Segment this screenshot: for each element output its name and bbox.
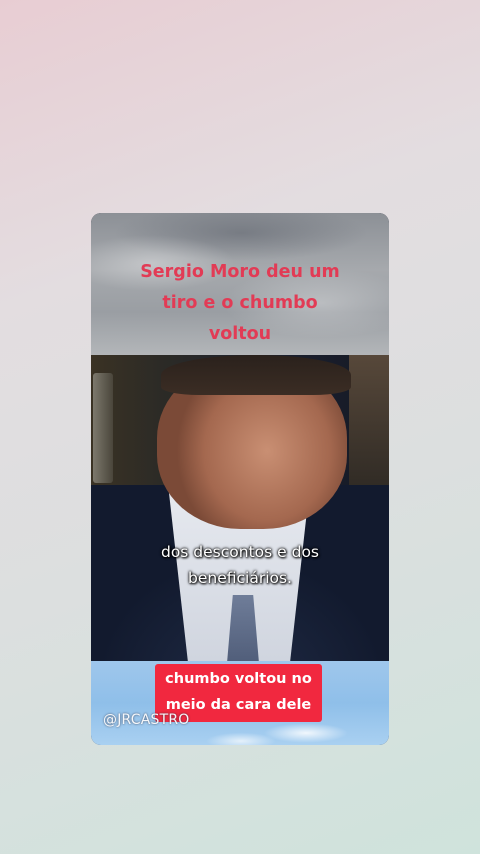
- title-line-2: tiro e o chumbo: [162, 293, 318, 313]
- video-title: Sergio Moro deu um tiro e o chumbo volto…: [101, 257, 379, 350]
- subtitle-line-1: dos descontos e dos: [160, 543, 320, 561]
- title-line-1: Sergio Moro deu um: [140, 262, 340, 282]
- video-frame[interactable]: dos descontos e dos beneficiários.: [91, 355, 389, 661]
- background-shape: [349, 355, 389, 505]
- video-subtitle: dos descontos e dos beneficiários.: [91, 539, 389, 591]
- water-glass-shape: [93, 373, 113, 483]
- overlay-line-1: chumbo voltou no: [165, 671, 312, 687]
- hair-shape: [161, 355, 351, 395]
- author-watermark: @JRCASTRO: [103, 712, 190, 728]
- title-line-3: voltou: [208, 324, 272, 344]
- video-card[interactable]: Sergio Moro deu um tiro e o chumbo volto…: [91, 213, 389, 745]
- subtitle-line-2: beneficiários.: [188, 569, 292, 587]
